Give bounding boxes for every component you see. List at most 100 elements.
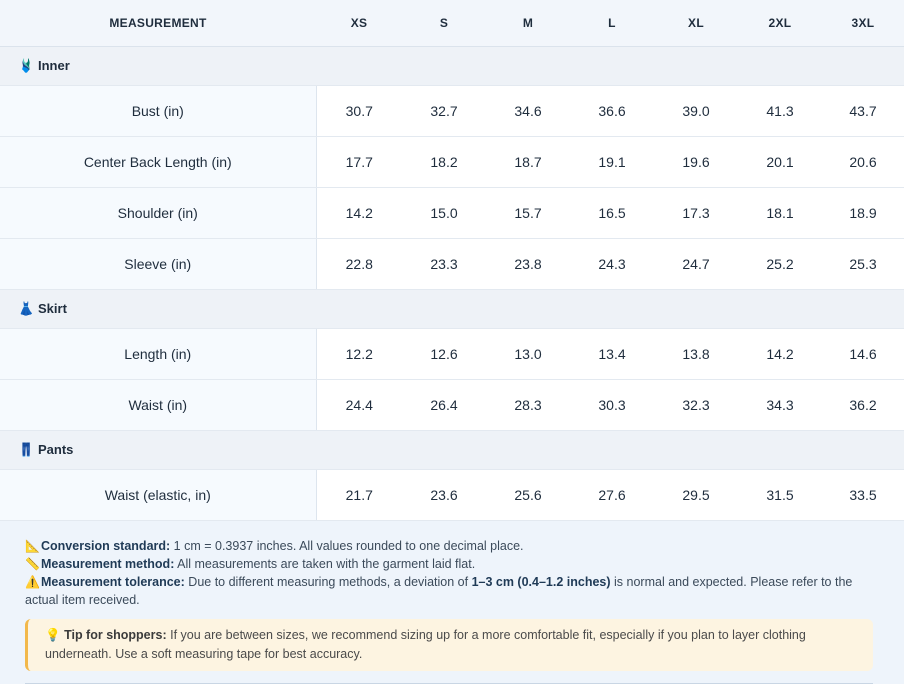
measurement-value: 36.2 [822,379,904,431]
measurement-label: Sleeve (in) [0,238,317,290]
table-body: 🩱 Inner Bust (in) 30.7 32.7 34.6 36.6 39.0 41.3 4… [0,46,904,521]
measurement-value: 25.6 [486,469,570,521]
size-header-l: L [570,0,654,47]
measurement-value: 24.7 [654,238,738,290]
measurement-label: Center Back Length (in) [0,136,317,188]
measurement-value: 13.4 [570,328,654,380]
pants-icon: 👖 [18,442,35,457]
measurement-label: Shoulder (in) [0,187,317,239]
measurement-value: 30.3 [570,379,654,431]
measurement-value: 14.2 [316,187,402,239]
measurement-value: 23.3 [402,238,486,290]
section-title-cell: 👗 Skirt [0,289,904,329]
measurement-value: 15.0 [402,187,486,239]
shopper-tip: 💡 Tip for shoppers: If you are between s… [25,619,873,671]
measurement-value: 14.6 [822,328,904,380]
measurement-value: 31.5 [738,469,822,521]
section-title-cell: 👖 Pants [0,430,904,470]
measurement-value: 19.6 [654,136,738,188]
section-title-cell: 🩱 Inner [0,46,904,86]
tolerance-range: 1–3 cm (0.4–1.2 inches) [471,575,611,589]
warning-icon: ⚠️ [25,575,40,589]
section-header: 🩱 Inner [0,46,904,86]
measurement-value: 17.3 [654,187,738,239]
section-title: Inner [38,58,70,73]
conversion-text: 1 cm = 0.3937 inches. All values rounded… [170,539,524,553]
size-header-3xl: 3XL [822,0,904,47]
measurement-value: 23.6 [402,469,486,521]
measurement-value: 18.7 [486,136,570,188]
measurement-value: 15.7 [486,187,570,239]
measurement-value: 32.7 [402,85,486,137]
measurement-value: 24.3 [570,238,654,290]
conversion-note: 📐Conversion standard: 1 cm = 0.3937 inch… [25,537,879,555]
measurement-value: 18.1 [738,187,822,239]
measurement-value: 29.5 [654,469,738,521]
measurement-value: 39.0 [654,85,738,137]
measurement-value: 24.4 [316,379,402,431]
measurement-value: 19.1 [570,136,654,188]
measurement-notes: 📐Conversion standard: 1 cm = 0.3937 inch… [0,521,904,609]
measurement-value: 36.6 [570,85,654,137]
conversion-label: Conversion standard: [41,539,171,553]
measurement-value: 22.8 [316,238,402,290]
measurement-value: 20.1 [738,136,822,188]
measurement-label: Waist (in) [0,379,317,431]
top-garment-icon: 🩱 [18,58,35,73]
measurement-value: 20.6 [822,136,904,188]
measurement-value: 12.6 [402,328,486,380]
measurement-value: 32.3 [654,379,738,431]
section-header: 👗 Skirt [0,289,904,329]
measurement-value: 43.7 [822,85,904,137]
tolerance-note: ⚠️Measurement tolerance: Due to differen… [25,573,879,609]
table-row: Shoulder (in) 14.2 15.0 15.7 16.5 17.3 18.1 18.… [0,187,904,239]
ruler-icon: 📏 [25,557,40,571]
measurement-value: 17.7 [316,136,402,188]
table-row: Center Back Length (in) 17.7 18.2 18.7 19.1 1… [0,136,904,188]
size-header-xs: XS [316,0,402,47]
measurement-value: 16.5 [570,187,654,239]
size-header-xl: XL [654,0,738,47]
measurement-label: Length (in) [0,328,317,380]
tolerance-text-before: Due to different measuring methods, a de… [184,575,472,589]
tolerance-label: Measurement tolerance: [41,575,185,589]
dress-icon: 👗 [18,301,35,316]
measurement-value: 28.3 [486,379,570,431]
triangle-ruler-icon: 📐 [25,539,40,553]
measurement-value: 25.3 [822,238,904,290]
table-row: Sleeve (in) 22.8 23.3 23.8 24.3 24.7 25.2 25.3 [0,238,904,290]
table-row: Waist (elastic, in) 21.7 23.6 25.6 27.6 29.5 3… [0,469,904,521]
measurement-value: 41.3 [738,85,822,137]
size-header-m: M [486,0,570,47]
measurement-value: 34.6 [486,85,570,137]
tip-label: Tip for shoppers: [64,628,167,642]
measurement-value: 25.2 [738,238,822,290]
measurement-value: 12.2 [316,328,402,380]
measurement-value: 13.0 [486,328,570,380]
method-note: 📏Measurement method: All measurements ar… [25,555,879,573]
measurement-value: 23.8 [486,238,570,290]
measurement-value: 27.6 [570,469,654,521]
measurement-value: 18.9 [822,187,904,239]
measurement-value: 33.5 [822,469,904,521]
measurement-value: 26.4 [402,379,486,431]
size-table: MEASUREMENT XS S M L XL 2XL 3XL 🩱 Inner Bu… [0,0,904,521]
section-title: Pants [38,442,74,457]
size-header-2xl: 2XL [738,0,822,47]
method-text: All measurements are taken with the garm… [174,557,476,571]
section-header: 👖 Pants [0,430,904,470]
measurement-label: Bust (in) [0,85,317,137]
size-header-s: S [402,0,486,47]
measurement-value: 21.7 [316,469,402,521]
measurement-value: 30.7 [316,85,402,137]
measurement-value: 14.2 [738,328,822,380]
measurement-value: 34.3 [738,379,822,431]
section-title: Skirt [38,301,67,316]
table-row: Length (in) 12.2 12.6 13.0 13.4 13.8 14.2 14.6 [0,328,904,380]
measurement-value: 13.8 [654,328,738,380]
lightbulb-icon: 💡 [45,628,61,642]
measurement-label: Waist (elastic, in) [0,469,317,521]
table-row: Bust (in) 30.7 32.7 34.6 36.6 39.0 41.3 43.7 [0,85,904,137]
measurement-value: 18.2 [402,136,486,188]
size-chart: MEASUREMENT XS S M L XL 2XL 3XL 🩱 Inner Bu… [0,0,904,684]
